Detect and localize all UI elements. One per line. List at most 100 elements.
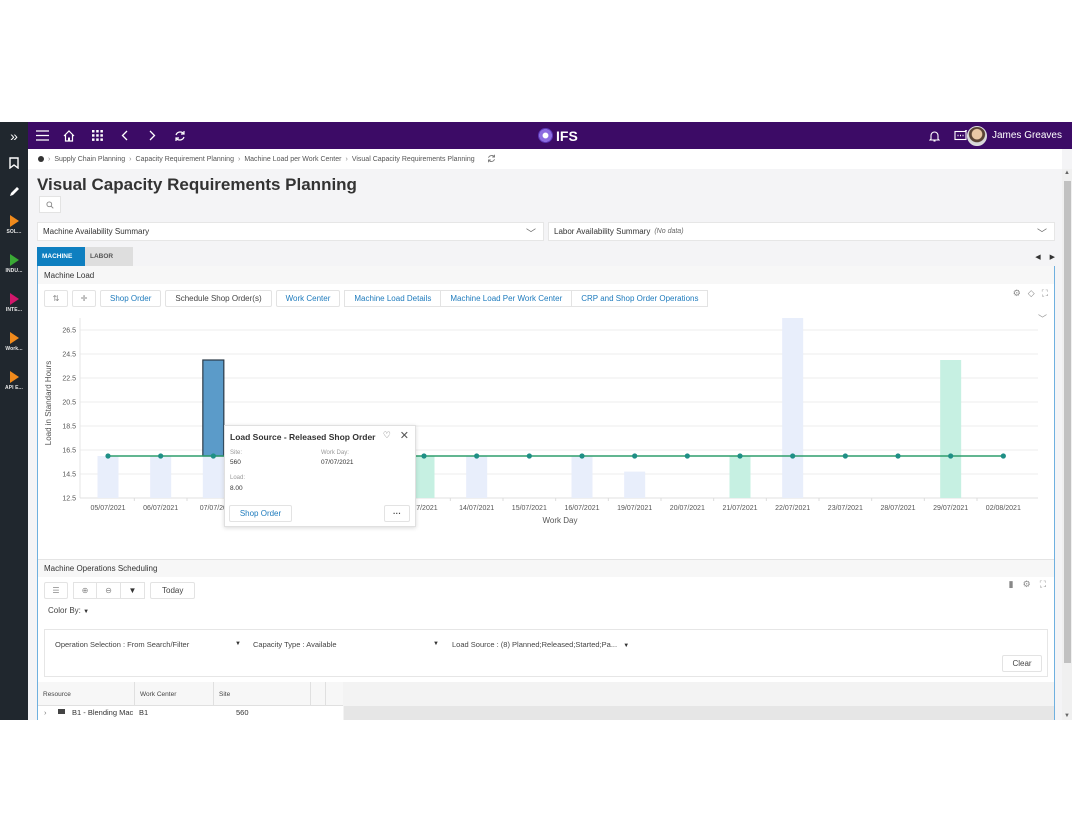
operation-selection-filter[interactable]: Operation Selection : From Search/Filter… xyxy=(55,640,241,649)
sort-toggle-button[interactable]: ⇅ xyxy=(44,290,68,307)
x-tick-label: 15/07/2021 xyxy=(512,505,547,512)
edit-pencil-icon[interactable] xyxy=(0,177,28,205)
focus-target-icon[interactable]: ◇ xyxy=(1028,288,1035,299)
fullscreen-expand-icon[interactable]: ⛶ xyxy=(1042,288,1048,299)
rail-app-label: Work... xyxy=(5,345,23,352)
settings-gear-icon[interactable]: ⚙ xyxy=(1013,288,1021,299)
bar xyxy=(624,471,646,498)
tab-machine[interactable]: MACHINE xyxy=(37,247,85,266)
x-tick-label: 29/07/2021 xyxy=(933,505,968,512)
forward-chevron-icon[interactable] xyxy=(141,122,163,149)
capacity-type-filter[interactable]: Capacity Type : Available ▼ xyxy=(253,640,439,649)
settings-gear-icon[interactable]: ⚙ xyxy=(1023,579,1031,590)
rail-app-1[interactable]: INDU... xyxy=(0,244,28,283)
work-day-value: 07/07/2021 xyxy=(321,459,354,466)
expand-row-chevron-icon[interactable]: › xyxy=(44,708,47,717)
fullscreen-expand-icon[interactable]: ⛶ xyxy=(1040,579,1046,590)
x-tick-label: 21/07/2021 xyxy=(722,505,757,512)
machine-icon xyxy=(58,709,65,714)
rail-app-3[interactable]: Work... xyxy=(0,322,28,361)
load-source-filter[interactable]: Load Source : (8) Planned;Released;Start… xyxy=(452,640,652,649)
machine-load-details-button[interactable]: Machine Load Details xyxy=(344,290,442,307)
rail-app-2[interactable]: INTE... xyxy=(0,283,28,322)
rail-app-0[interactable]: SOL... xyxy=(0,205,28,244)
crp-and-shop-order-operations-button[interactable]: CRP and Shop Order Operations xyxy=(572,290,709,307)
scrollbar-thumb[interactable] xyxy=(1064,181,1071,663)
zoom-button-group: ⊕ ⊖ ▼ xyxy=(73,582,145,599)
scheduling-panel-icons: ▮ ⚙ ⛶ xyxy=(1009,579,1046,590)
tab-bar: MACHINE LABOR xyxy=(37,247,133,266)
breadcrumb-refresh-icon[interactable] xyxy=(487,154,496,165)
zoom-out-button[interactable]: ⊖ xyxy=(97,582,121,599)
scroll-down-arrow-icon[interactable]: ▼ xyxy=(1064,713,1070,719)
more-options-button[interactable]: ··· xyxy=(384,505,410,522)
list-view-button[interactable]: ☰ xyxy=(44,582,68,599)
breadcrumb-item-machine-load-per-work-center[interactable]: Machine Load per Work Center xyxy=(244,156,341,163)
notifications-bell-icon[interactable] xyxy=(923,122,945,149)
breadcrumb-separator: › xyxy=(237,155,241,163)
rail-app-label: INDU... xyxy=(5,267,23,274)
bookmark-icon[interactable] xyxy=(0,149,28,177)
zoom-dropdown-button[interactable]: ▼ xyxy=(121,582,145,599)
breadcrumb-root-icon[interactable] xyxy=(38,156,44,162)
play-triangle-icon xyxy=(9,292,19,305)
caret-down-icon: ▼ xyxy=(128,586,137,595)
list-icon: ☰ xyxy=(52,586,60,595)
app-grid-icon[interactable] xyxy=(86,122,108,149)
capacity-point xyxy=(895,453,901,459)
breadcrumb-separator: › xyxy=(345,155,348,163)
home-icon[interactable] xyxy=(58,122,80,149)
breadcrumb-item-supply-chain-planning[interactable]: Supply Chain Planning xyxy=(54,156,125,163)
favorite-heart-icon[interactable]: ♡ xyxy=(383,430,391,441)
clear-filters-button[interactable]: Clear xyxy=(1002,655,1042,672)
x-tick-label: 02/08/2021 xyxy=(986,505,1021,512)
x-tick-label: 19/07/2021 xyxy=(617,505,652,512)
hamburger-menu-icon[interactable] xyxy=(31,122,53,149)
gantt-area[interactable] xyxy=(344,706,1054,720)
page-title: Visual Capacity Requirements Planning xyxy=(37,175,357,194)
search-button[interactable] xyxy=(39,196,61,213)
table-row[interactable]: › B1 - Blending Mac B1 560 xyxy=(38,706,343,720)
capacity-point xyxy=(210,453,216,459)
y-tick-label: 18.5 xyxy=(62,424,76,431)
load-value: 8.00 xyxy=(230,485,243,492)
today-button[interactable]: Today xyxy=(150,582,196,599)
close-icon[interactable]: ✕ xyxy=(400,429,409,442)
page-scrollbar[interactable]: ▲ ▼ xyxy=(1062,169,1072,720)
labor-availability-summary-label: Labor Availability Summary xyxy=(554,227,651,236)
expand-rail-icon[interactable]: » xyxy=(0,122,28,149)
column-header-work-center[interactable]: Work Center xyxy=(135,682,214,706)
machine-availability-summary[interactable]: Machine Availability Summary ﹀ xyxy=(37,222,544,241)
chevron-down-icon[interactable]: ﹀ xyxy=(1037,225,1047,240)
y-tick-label: 16.5 xyxy=(62,448,76,455)
column-header-resource[interactable]: Resource xyxy=(38,682,135,706)
refresh-icon[interactable] xyxy=(169,122,191,149)
column-header-site[interactable]: Site xyxy=(214,682,311,706)
play-triangle-icon xyxy=(9,253,19,266)
zoom-in-button[interactable]: ⊕ xyxy=(73,582,97,599)
breadcrumb: › Supply Chain Planning › Capacity Requi… xyxy=(28,149,1062,169)
work-center-button[interactable]: Work Center xyxy=(275,290,341,307)
labor-availability-summary[interactable]: Labor Availability Summary (No data) ﹀ xyxy=(548,222,1055,241)
top-navigation-bar: IFS James Greaves xyxy=(28,122,1072,149)
machine-load-per-work-center-button[interactable]: Machine Load Per Work Center xyxy=(441,290,573,307)
tab-scroll-right-icon[interactable]: ▶ xyxy=(1050,253,1055,261)
scroll-up-arrow-icon[interactable]: ▲ xyxy=(1064,170,1070,176)
color-by-dropdown[interactable]: Color By: ▼ xyxy=(48,606,89,615)
breadcrumb-item-capacity-requirement-planning[interactable]: Capacity Requirement Planning xyxy=(136,156,234,163)
chevron-down-icon[interactable]: ﹀ xyxy=(526,225,536,240)
y-tick-label: 14.5 xyxy=(62,472,76,479)
back-chevron-icon[interactable] xyxy=(114,122,136,149)
rail-app-4[interactable]: API E... xyxy=(0,361,28,400)
shop-order-button[interactable]: Shop Order xyxy=(100,290,162,307)
tab-labor[interactable]: LABOR xyxy=(85,247,133,266)
move-button[interactable]: ✛ xyxy=(72,290,96,307)
bar-chart-icon[interactable]: ▮ xyxy=(1009,579,1014,590)
schedule-shop-orders-button[interactable]: Schedule Shop Order(s) xyxy=(165,290,272,307)
user-menu[interactable]: James Greaves xyxy=(966,124,1062,147)
capacity-point xyxy=(474,453,480,459)
work-center-cell: B1 xyxy=(139,708,149,717)
popup-shop-order-button[interactable]: Shop Order xyxy=(229,505,292,522)
grid-header: Resource Work Center Site xyxy=(38,682,343,706)
tab-scroll-left-icon[interactable]: ◀ xyxy=(1035,253,1040,261)
